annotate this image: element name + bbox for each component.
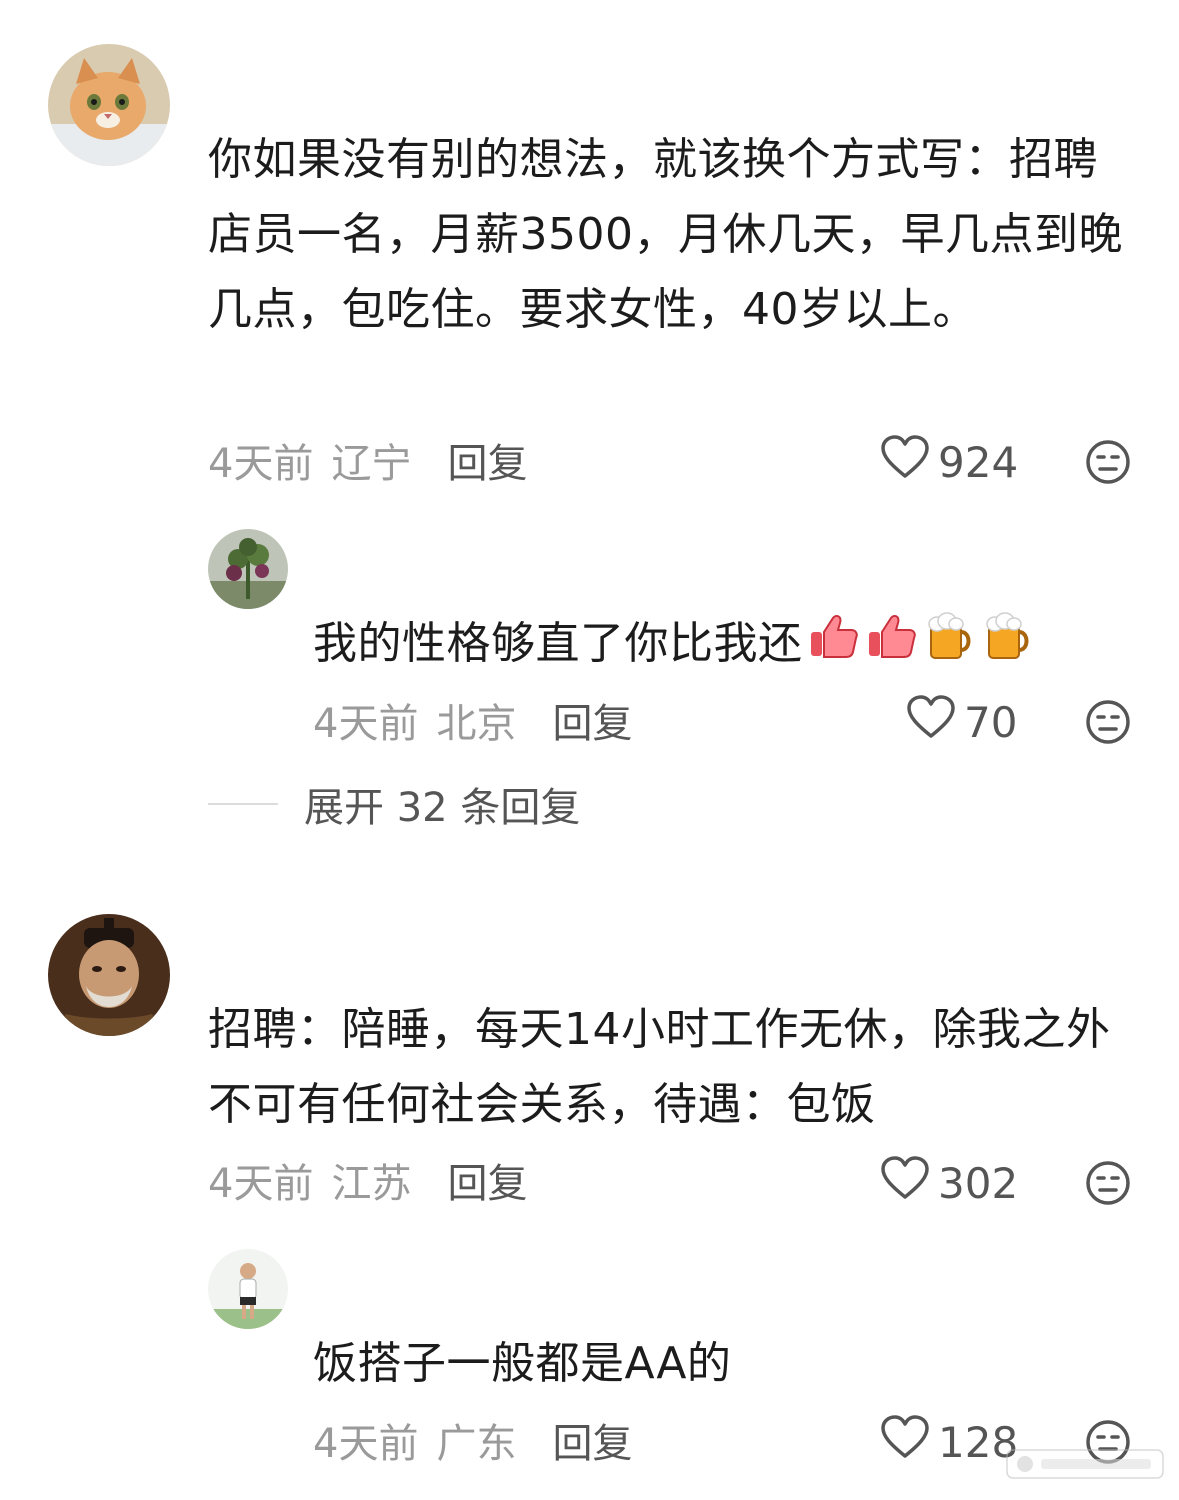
reply-location: 北京 [436,701,517,747]
reply-button[interactable]: 回复 [447,431,527,489]
reply-button[interactable]: 回复 [552,1411,632,1469]
expand-replies-button[interactable]: 展开 32 条回复 [208,776,580,832]
reply-text: 我的性格够直了你比我还 [313,618,803,669]
plant-avatar[interactable] [208,529,288,609]
comment-meta: 4天前 辽宁 回复 [208,432,527,488]
beer-mug-emoji-icon [923,610,977,664]
reply-text: 饭搭子一般都是AA的 [313,1338,732,1389]
heart-icon [880,434,938,490]
like-button[interactable]: 70 [906,694,1017,750]
heart-icon [880,1155,938,1211]
reply-text-line: 我的性格够直了你比我还 [313,606,1133,681]
heart-icon [906,694,964,750]
like-count: 924 [938,437,1019,487]
like-button[interactable]: 302 [880,1155,1018,1211]
cat-avatar[interactable] [48,44,170,166]
comment-text: 招聘：陪睡，每天14小时工作无休，除我之外不可有任何社会关系，待遇：包饭 [208,1004,1111,1130]
comment-location: 辽宁 [331,441,412,487]
reply-button[interactable]: 回复 [447,1151,527,1209]
expand-replies-label: 展开 32 条回复 [304,785,581,831]
reply-location: 广东 [436,1421,517,1467]
like-button[interactable]: 924 [880,434,1018,490]
historical-figure-avatar[interactable] [48,914,170,1036]
like-count: 302 [938,1158,1019,1208]
dislike-face-icon[interactable] [1084,698,1132,746]
comment-location: 江苏 [331,1161,412,1207]
comment-list: 你如果没有别的想法，就该换个方式写：招聘店员一名，月薪3500，月休几天，早几点… [0,0,1179,1500]
reply-button[interactable]: 回复 [552,691,632,749]
reply-meta: 4天前 北京 回复 [313,692,632,748]
like-button[interactable]: 128 [880,1414,1018,1470]
dislike-face-icon[interactable] [1084,438,1132,486]
beer-mug-emoji-icon [981,610,1035,664]
reply-time: 4天前 [313,1421,419,1467]
divider [208,803,278,805]
heart-icon [880,1414,938,1470]
thumbs-up-emoji-icon [807,610,861,664]
like-count: 70 [964,697,1018,747]
person-avatar[interactable] [208,1249,288,1329]
comment-time: 4天前 [208,1161,314,1207]
reply-time: 4天前 [313,701,419,747]
thumbs-up-emoji-icon [865,610,919,664]
comment-text: 你如果没有别的想法，就该换个方式写：招聘店员一名，月薪3500，月休几天，早几点… [208,134,1123,335]
dislike-face-icon[interactable] [1084,1159,1132,1207]
comment-meta: 4天前 江苏 回复 [208,1152,527,1208]
reply-meta: 4天前 广东 回复 [313,1412,632,1468]
watermark-logo-icon [1005,1444,1165,1484]
comment-time: 4天前 [208,441,314,487]
